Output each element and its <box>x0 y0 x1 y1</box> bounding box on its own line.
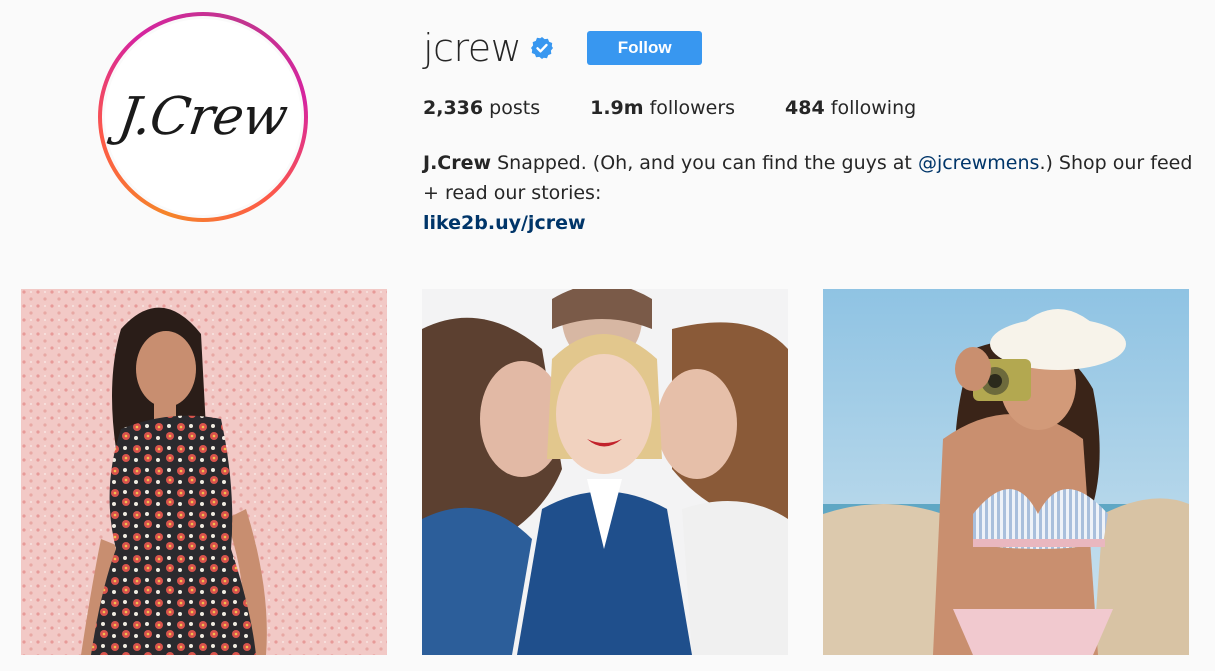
following-label: following <box>830 97 917 119</box>
stat-followers[interactable]: 1.9m followers <box>590 97 735 119</box>
bio-external-link[interactable]: like2b.uy/jcrew <box>423 208 1198 238</box>
post-three-kiss-image <box>422 289 788 655</box>
posts-label: posts <box>489 97 541 119</box>
profile-avatar-ring[interactable]: J.Crew <box>98 12 308 222</box>
avatar-logo-text: J.Crew <box>115 87 291 147</box>
verified-badge-icon <box>530 36 554 60</box>
profile-stats: 2,336 posts 1.9m followers 484 following <box>423 97 966 119</box>
post-floral-dress[interactable] <box>21 289 387 655</box>
post-bikini-camera-image <box>823 289 1189 655</box>
post-bikini-camera[interactable] <box>823 289 1189 655</box>
username-row: jcrew Follow <box>423 26 703 70</box>
bio-name: J.Crew <box>423 152 492 174</box>
bio-mention-link[interactable]: @jcrewmens <box>918 152 1040 174</box>
profile-bio: J.Crew Snapped. (Oh, and you can find th… <box>423 148 1198 238</box>
profile-username: jcrew <box>423 26 522 70</box>
posts-count: 2,336 <box>423 97 484 119</box>
stat-following[interactable]: 484 following <box>785 97 916 119</box>
following-count: 484 <box>785 97 825 119</box>
profile-avatar[interactable]: J.Crew <box>105 19 301 215</box>
stat-posts: 2,336 posts <box>423 97 540 119</box>
followers-count: 1.9m <box>590 97 644 119</box>
bio-text-1: Snapped. (Oh, and you can find the guys … <box>491 152 918 174</box>
follow-button[interactable]: Follow <box>587 31 703 65</box>
post-floral-dress-image <box>21 289 387 655</box>
post-three-kiss[interactable] <box>422 289 788 655</box>
followers-label: followers <box>649 97 736 119</box>
